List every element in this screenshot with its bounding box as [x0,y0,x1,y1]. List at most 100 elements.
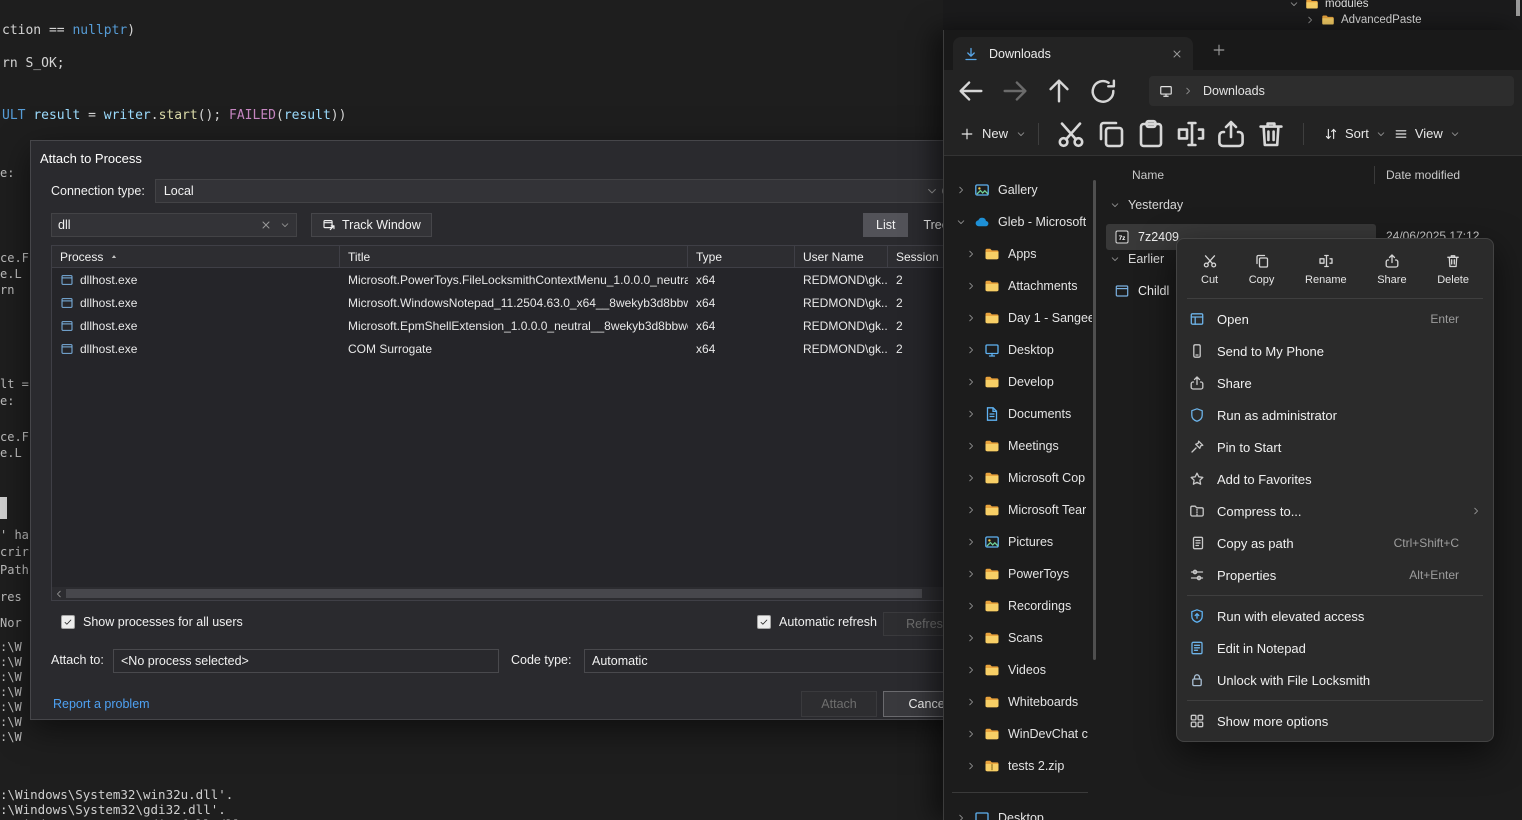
new-tab-icon[interactable] [1212,43,1226,57]
forward-button[interactable] [998,76,1032,106]
quick-share-button[interactable]: Share [1373,249,1410,290]
menu-item-share[interactable]: Share [1177,367,1493,399]
menu-item-copy-as-path[interactable]: Copy as path Ctrl+Shift+C [1177,527,1493,559]
sidebar-item-apps[interactable]: Apps [944,238,1096,270]
menu-item-show-more-options[interactable]: Show more options [1177,705,1493,737]
column-separator[interactable] [1374,166,1375,184]
process-row[interactable]: dllhost.exe Microsoft.EpmShellExtension_… [52,314,952,337]
sidebar-item-whiteboards[interactable]: Whiteboards [944,686,1096,718]
menu-item-unlock-with-file-locksmith[interactable]: Unlock with File Locksmith [1177,664,1493,696]
cut-button[interactable] [1051,118,1091,150]
scroll-left-icon[interactable] [54,589,64,599]
sidebar-item-develop[interactable]: Develop [944,366,1096,398]
chevron-icon[interactable] [966,249,976,259]
attach-button[interactable]: Attach [801,691,877,717]
chevron-icon[interactable] [966,633,976,643]
sidebar-item-microsoft-tear[interactable]: Microsoft Tear [944,494,1096,526]
clear-filter-icon[interactable] [260,219,272,231]
chevron-icon[interactable] [966,697,976,707]
share-button[interactable] [1211,118,1251,150]
column-header-type[interactable]: Type [688,246,795,267]
chevron-icon[interactable] [966,569,976,579]
rename-button[interactable] [1171,118,1211,150]
chevron-icon[interactable] [966,665,976,675]
sidebar-item-tests-zip[interactable]: tests 2.zip [944,750,1096,782]
group-earlier[interactable]: Earlier [1110,252,1164,266]
refresh-button[interactable] [1086,76,1120,106]
delete-button[interactable] [1251,118,1291,150]
tab-downloads[interactable]: Downloads [953,37,1193,70]
chevron-icon[interactable] [966,505,976,515]
process-row[interactable]: dllhost.exe COM Surrogate x64 REDMOND\gk… [52,337,952,360]
show-all-users-checkbox[interactable]: Show processes for all users [61,615,243,629]
menu-item-properties[interactable]: Properties Alt+Enter [1177,559,1493,591]
process-row[interactable]: dllhost.exe Microsoft.PowerToys.FileLock… [52,268,952,291]
sidebar-item-documents[interactable]: Documents [944,398,1096,430]
quick-rename-button[interactable]: Rename [1301,249,1351,290]
view-button[interactable]: View [1394,118,1460,150]
sidebar-item-powertoys[interactable]: PowerToys [944,558,1096,590]
chevron-icon[interactable] [966,729,976,739]
sidebar-item-recordings[interactable]: Recordings [944,590,1096,622]
menu-item-send-to-phone[interactable]: Send to My Phone [1177,335,1493,367]
track-window-button[interactable]: Track Window [311,213,432,237]
chevron-icon[interactable] [966,601,976,611]
process-filter-input[interactable]: dll [51,213,297,237]
chevron-icon[interactable] [956,813,966,820]
chevron-icon[interactable] [966,313,976,323]
sidebar-scrollbar[interactable] [1093,180,1096,660]
chevron-down-icon[interactable] [280,220,290,230]
address-bar[interactable]: Downloads [1149,76,1514,106]
chevron-icon[interactable] [966,377,976,387]
chevron-icon[interactable] [966,345,976,355]
quick-delete-button[interactable]: Delete [1433,249,1473,290]
paste-button[interactable] [1131,118,1171,150]
copy-button[interactable] [1091,118,1131,150]
list-view-button[interactable]: List [863,213,908,237]
report-problem-link[interactable]: Report a problem [53,697,150,711]
group-yesterday[interactable]: Yesterday [1110,198,1183,212]
menu-item-run-with-elevated-access[interactable]: Run with elevated access [1177,600,1493,632]
chevron-icon[interactable] [956,185,966,195]
quick-copy-button[interactable]: Copy [1245,249,1279,290]
chevron-icon[interactable] [966,441,976,451]
sidebar-item-gallery[interactable]: Gallery [944,174,1096,206]
sidebar-item-attachments[interactable]: Attachments [944,270,1096,302]
editor-scrollbar-thumb[interactable] [0,497,7,519]
process-row[interactable]: dllhost.exe Microsoft.WindowsNotepad_11.… [52,291,952,314]
horizontal-scrollbar[interactable] [52,587,952,600]
sidebar-item-windevchat[interactable]: WinDevChat c [944,718,1096,750]
sidebar-item-desktop[interactable]: Desktop [944,334,1096,366]
code-type-input[interactable]: Automatic [584,649,954,673]
menu-item-compress-to[interactable]: Compress to... [1177,495,1493,527]
menu-item-run-as-administrator[interactable]: Run as administrator [1177,399,1493,431]
column-header-name[interactable]: Name [1132,168,1164,182]
tree-item[interactable]: AdvancedPaste [1265,12,1515,28]
column-header-process[interactable]: Process [52,246,340,267]
chevron-icon[interactable] [966,761,976,771]
sidebar-item-desktop-pinned[interactable]: Desktop [944,802,1096,820]
sidebar-item-videos[interactable]: Videos [944,654,1096,686]
back-button[interactable] [954,76,988,106]
chevron-icon[interactable] [956,217,966,227]
sidebar-item-scans[interactable]: Scans [944,622,1096,654]
menu-item-pin-to-start[interactable]: Pin to Start [1177,431,1493,463]
quick-cut-button[interactable]: Cut [1197,249,1222,290]
chevron-icon[interactable] [966,281,976,291]
tree-item[interactable]: modules [1265,0,1515,12]
sidebar-item-onedrive[interactable]: Gleb - Microsoft [944,206,1096,238]
chevron-icon[interactable] [966,473,976,483]
column-header-user-name[interactable]: User Name [795,246,888,267]
chevron-icon[interactable] [966,409,976,419]
menu-item-add-to-favorites[interactable]: Add to Favorites [1177,463,1493,495]
chevron-icon[interactable] [966,537,976,547]
up-button[interactable] [1042,76,1076,106]
close-tab-icon[interactable] [1171,48,1183,60]
menu-item-edit-in-notepad[interactable]: Edit in Notepad [1177,632,1493,664]
attach-to-input[interactable]: <No process selected> [113,649,499,673]
column-header-title[interactable]: Title [340,246,688,267]
new-button[interactable]: New [960,118,1026,150]
scrollbar-thumb[interactable] [66,589,922,598]
background-scrollbar[interactable] [1516,0,1520,16]
sidebar-item-pictures[interactable]: Pictures [944,526,1096,558]
